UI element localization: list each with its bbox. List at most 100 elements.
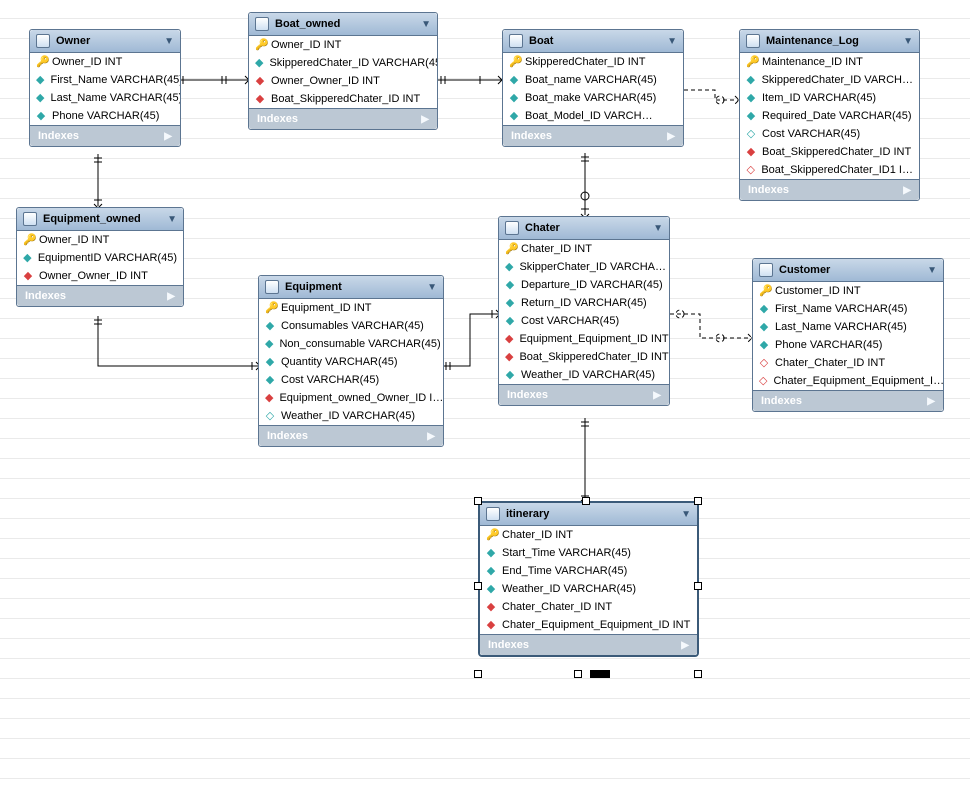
diamond-icon: ◆: [505, 262, 513, 273]
column-label: Boat_SkipperedChater_ID INT: [271, 93, 420, 105]
diamond-icon: ◆: [23, 253, 32, 264]
entity-maintenance-log[interactable]: Maintenance_Log ▼ 🔑Maintenance_ID INT◆Sk…: [739, 29, 920, 201]
resize-handle-sw[interactable]: [474, 670, 482, 678]
table-icon: [265, 280, 279, 294]
column-label: First_Name VARCHAR(45): [775, 303, 907, 315]
entity-header[interactable]: Equipment_owned ▼: [17, 208, 183, 231]
resize-handle-ne[interactable]: [694, 497, 702, 505]
entity-header[interactable]: Owner ▼: [30, 30, 180, 53]
column-label: SkipperedChater_ID INT: [525, 56, 645, 68]
indexes-row[interactable]: Indexes▶: [740, 179, 919, 200]
diamond-icon: ◇: [746, 165, 755, 176]
entity-header[interactable]: Equipment ▼: [259, 276, 443, 299]
indexes-row[interactable]: Indexes▶: [499, 384, 669, 405]
column-row: ◆Non_consumable VARCHAR(45): [259, 335, 443, 353]
column-label: Chater_Chater_ID INT: [775, 357, 885, 369]
resize-handle-se[interactable]: [694, 670, 702, 678]
column-row: ◆Owner_Owner_ID INT: [249, 72, 437, 90]
indexes-row[interactable]: Indexes▶: [480, 634, 697, 655]
table-icon: [759, 263, 773, 277]
column-row: 🔑Owner_ID INT: [30, 53, 180, 71]
entity-header[interactable]: itinerary ▼: [480, 503, 697, 526]
key-icon: 🔑: [265, 303, 275, 314]
column-row: ◆Equipment_Equipment_ID INT: [499, 330, 669, 348]
column-label: Maintenance_ID INT: [762, 56, 863, 68]
diamond-icon: ◆: [505, 280, 515, 291]
indexes-row[interactable]: Indexes▶: [17, 285, 183, 306]
entity-itinerary[interactable]: itinerary ▼ 🔑Chater_ID INT◆Start_Time VA…: [479, 502, 698, 656]
entity-equipment[interactable]: Equipment ▼ 🔑Equipment_ID INT◆Consumable…: [258, 275, 444, 447]
diamond-icon: ◆: [486, 602, 496, 613]
resize-handle-nw[interactable]: [474, 497, 482, 505]
chevron-down-icon[interactable]: ▼: [427, 282, 437, 293]
entity-title: Customer: [779, 264, 830, 276]
indexes-row[interactable]: Indexes▶: [249, 108, 437, 129]
entity-boat-owned[interactable]: Boat_owned ▼ 🔑Owner_ID INT◆SkipperedChat…: [248, 12, 438, 130]
entity-owner[interactable]: Owner ▼ 🔑Owner_ID INT◆First_Name VARCHAR…: [29, 29, 181, 147]
diamond-icon: ◆: [255, 94, 265, 105]
chevron-down-icon[interactable]: ▼: [667, 36, 677, 47]
entity-header[interactable]: Chater ▼: [499, 217, 669, 240]
entity-header[interactable]: Maintenance_Log ▼: [740, 30, 919, 53]
column-label: SkipperedChater_ID VARCH…: [762, 74, 913, 86]
entity-customer[interactable]: Customer ▼ 🔑Customer_ID INT◆First_Name V…: [752, 258, 944, 412]
entity-header[interactable]: Customer ▼: [753, 259, 943, 282]
entity-title: Owner: [56, 35, 90, 47]
key-icon: 🔑: [486, 530, 496, 541]
entity-title: Equipment: [285, 281, 342, 293]
chevron-down-icon[interactable]: ▼: [927, 265, 937, 276]
key-icon: 🔑: [23, 235, 33, 246]
arrow-right-icon: ▶: [164, 131, 172, 142]
column-label: Phone VARCHAR(45): [775, 339, 882, 351]
column-label: Equipment_Equipment_ID INT: [519, 333, 668, 345]
chevron-down-icon[interactable]: ▼: [903, 36, 913, 47]
resize-handle-n[interactable]: [582, 497, 590, 505]
chevron-down-icon[interactable]: ▼: [421, 19, 431, 30]
resize-handle-s[interactable]: [574, 670, 582, 678]
resize-handle-s-mid[interactable]: [590, 670, 610, 678]
column-row: ◆Phone VARCHAR(45): [753, 336, 943, 354]
chevron-down-icon[interactable]: ▼: [167, 214, 177, 225]
entity-boat[interactable]: Boat ▼ 🔑SkipperedChater_ID INT◆Boat_name…: [502, 29, 684, 147]
resize-handle-w[interactable]: [474, 582, 482, 590]
column-label: Weather_ID VARCHAR(45): [521, 369, 655, 381]
column-row: ◆ Boat_Model_ID VARCH…: [503, 107, 683, 125]
chevron-down-icon[interactable]: ▼: [681, 509, 691, 520]
column-label: Cost VARCHAR(45): [762, 128, 860, 140]
entity-chater[interactable]: Chater ▼ 🔑Chater_ID INT◆SkipperChater_ID…: [498, 216, 670, 406]
indexes-row[interactable]: Indexes▶: [259, 425, 443, 446]
column-label: Weather_ID VARCHAR(45): [281, 410, 415, 422]
column-row: 🔑Owner_ID INT: [249, 36, 437, 54]
indexes-row[interactable]: Indexes▶: [753, 390, 943, 411]
column-row: ◆Cost VARCHAR(45): [499, 312, 669, 330]
indexes-row[interactable]: Indexes▶: [503, 125, 683, 146]
entity-columns: 🔑Equipment_ID INT◆Consumables VARCHAR(45…: [259, 299, 443, 425]
column-row: ◆Boat_SkipperedChater_ID INT: [740, 143, 919, 161]
entity-header[interactable]: Boat_owned ▼: [249, 13, 437, 36]
entity-title: Chater: [525, 222, 560, 234]
entity-equipment-owned[interactable]: Equipment_owned ▼ 🔑Owner_ID INT◆Equipmen…: [16, 207, 184, 307]
diamond-icon: ◆: [505, 370, 515, 381]
indexes-row[interactable]: Indexes▶: [30, 125, 180, 146]
column-label: Boat_SkipperedChater_ID1 I…: [761, 164, 913, 176]
entity-columns: 🔑Customer_ID INT◆First_Name VARCHAR(45)◆…: [753, 282, 943, 390]
column-row: ◆Boat_SkipperedChater_ID INT: [499, 348, 669, 366]
column-label: Chater_Chater_ID INT: [502, 601, 612, 613]
column-label: Quantity VARCHAR(45): [281, 356, 398, 368]
chevron-down-icon[interactable]: ▼: [164, 36, 174, 47]
chevron-down-icon[interactable]: ▼: [653, 223, 663, 234]
column-row: ◆First_Name VARCHAR(45): [753, 300, 943, 318]
column-label: Start_Time VARCHAR(45): [502, 547, 631, 559]
diamond-icon: ◆: [509, 93, 519, 104]
diamond-icon: ◆: [486, 620, 496, 631]
resize-handle-e[interactable]: [694, 582, 702, 590]
diamond-icon: ◆: [509, 111, 519, 122]
column-label: Item_ID VARCHAR(45): [762, 92, 876, 104]
column-row: ◆EquipmentID VARCHAR(45): [17, 249, 183, 267]
column-row: ◆ Boat_SkipperedChater_ID INT: [249, 90, 437, 108]
entity-title: Equipment_owned: [43, 213, 141, 225]
key-icon: 🔑: [509, 57, 519, 68]
column-label: Owner_Owner_ID INT: [271, 75, 380, 87]
column-label: Boat_Model_ID VARCH…: [525, 110, 653, 122]
entity-header[interactable]: Boat ▼: [503, 30, 683, 53]
